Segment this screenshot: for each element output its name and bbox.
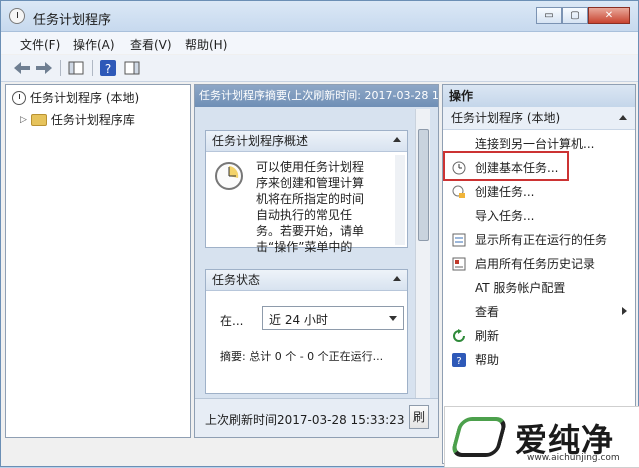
overview-text: 可以使用任务计划程 序来创建和管理计算 机将在所指定的时间 自动执行的常见任 务…: [256, 159, 396, 255]
blank-icon: [451, 304, 467, 320]
folder-clock-icon: [30, 113, 47, 126]
collapse-icon[interactable]: [393, 276, 401, 281]
summary-header: 任务计划程序摘要(上次刷新时间: 2017-03-28 15:33:23): [195, 85, 438, 107]
blank-icon: [451, 208, 467, 224]
action-enable-history[interactable]: 启用所有任务历史记录: [451, 255, 595, 272]
toolbar-separator: [92, 60, 93, 76]
expand-arrow-icon[interactable]: ▷: [20, 115, 27, 125]
overview-line: 机将在所指定的时间: [256, 192, 365, 206]
menu-help[interactable]: 帮助(H): [185, 36, 227, 53]
action-label: 查看: [475, 305, 500, 319]
action-import-task[interactable]: 导入任务...: [451, 207, 534, 224]
tree-library-label: 任务计划程序库: [50, 113, 135, 127]
svg-text:?: ?: [105, 62, 111, 76]
status-title: 任务状态: [212, 273, 261, 287]
action-help[interactable]: ? 帮助: [451, 351, 499, 368]
help-icon: ?: [451, 352, 467, 368]
action-view[interactable]: 查看: [451, 303, 627, 320]
action-at-config[interactable]: AT 服务帐户配置: [451, 279, 565, 296]
close-button[interactable]: ✕: [588, 7, 630, 24]
menu-view[interactable]: 查看(V): [130, 36, 172, 53]
action-show-running[interactable]: 显示所有正在运行的任务: [451, 231, 607, 248]
submenu-arrow-icon: [622, 307, 627, 315]
action-pane-icon[interactable]: [123, 59, 141, 77]
svg-text:?: ?: [456, 356, 461, 367]
menu-action[interactable]: 操作(A): [73, 36, 115, 53]
task-icon: [451, 184, 467, 200]
blank-icon: [451, 136, 467, 152]
action-label: 显示所有正在运行的任务: [475, 233, 608, 247]
summary-scrollbar[interactable]: [415, 109, 430, 419]
history-icon: [451, 256, 467, 272]
in-label: 在...: [220, 314, 244, 328]
actions-section-title: 任务计划程序 (本地): [451, 111, 561, 125]
title-bar: 任务计划程序 ▭ ▢ ✕: [1, 1, 638, 32]
refresh-bar: 上次刷新时间2017-03-28 15:33:23 刷: [195, 398, 438, 437]
action-label: 创建任务...: [475, 185, 535, 199]
action-create-task[interactable]: 创建任务...: [451, 183, 534, 200]
window-title: 任务计划程序: [33, 13, 112, 28]
time-range-dropdown[interactable]: 近 24 小时: [262, 306, 404, 330]
maximize-button[interactable]: ▢: [562, 7, 588, 24]
tree-root[interactable]: 任务计划程序 (本地): [12, 89, 139, 106]
action-label: 导入任务...: [475, 209, 535, 223]
summary-text: 摘要: 总计 0 个 - 0 个正在运行...: [220, 350, 384, 363]
action-label: 启用所有任务历史记录: [475, 257, 596, 271]
action-connect[interactable]: 连接到另一台计算机...: [451, 135, 594, 152]
menu-file[interactable]: 文件(F): [20, 36, 60, 53]
collapse-icon[interactable]: [619, 115, 627, 120]
status-header[interactable]: 任务状态: [206, 270, 407, 291]
minimize-button[interactable]: ▭: [536, 7, 562, 24]
action-label: AT 服务帐户配置: [475, 281, 566, 295]
console-tree-icon[interactable]: [67, 59, 85, 77]
overview-line: 务。若要开始，请单: [256, 224, 365, 238]
blank-icon: [451, 280, 467, 296]
watermark: 爱纯净 www.aichunjing.com: [444, 406, 639, 468]
watermark-logo-icon: [449, 417, 509, 457]
refresh-icon: [451, 328, 467, 344]
action-refresh[interactable]: 刷新: [451, 327, 499, 344]
toolbar-separator: [60, 60, 61, 76]
overview-line: 序来创建和管理计算: [256, 176, 365, 190]
last-refresh-text: 上次刷新时间2017-03-28 15:33:23: [205, 413, 405, 427]
refresh-button[interactable]: 刷: [409, 405, 429, 429]
actions-section-header[interactable]: 任务计划程序 (本地): [443, 107, 635, 130]
clock-icon: [12, 90, 26, 105]
action-label: 帮助: [475, 353, 500, 367]
window: 任务计划程序 ▭ ▢ ✕ 文件(F) 操作(A) 查看(V) 帮助(H) ? 任…: [0, 0, 639, 468]
summary-pane: 任务计划程序摘要(上次刷新时间: 2017-03-28 15:33:23) 任务…: [194, 84, 439, 438]
scrollbar-thumb[interactable]: [418, 129, 429, 241]
overview-line: 击“操作”菜单中的: [256, 240, 353, 254]
clock-icon: [9, 8, 25, 24]
overview-section: 任务计划程序概述 可以使用任务计划程 序来创建和管理计算 机将在所指定的时间 自…: [205, 130, 408, 254]
toolbar: ?: [1, 55, 638, 82]
overview-line: 自动执行的常见任: [256, 208, 353, 222]
overview-title: 任务计划程序概述: [212, 134, 309, 148]
console-tree: 任务计划程序 (本地) ▷ 任务计划程序库: [5, 84, 191, 438]
overview-line: 可以使用任务计划程: [256, 160, 365, 174]
overview-header[interactable]: 任务计划程序概述: [206, 131, 407, 152]
overview-scrollbar[interactable]: [395, 155, 405, 245]
tree-library[interactable]: ▷ 任务计划程序库: [20, 111, 135, 128]
help-icon[interactable]: ?: [99, 59, 117, 77]
running-tasks-icon: [451, 232, 467, 248]
action-label: 刷新: [475, 329, 500, 343]
collapse-icon[interactable]: [393, 137, 401, 142]
arrow-right-icon[interactable]: [35, 59, 53, 77]
watermark-url: www.aichunjing.com: [527, 453, 620, 463]
highlight-box: [443, 151, 569, 181]
chevron-down-icon[interactable]: [389, 316, 397, 321]
tree-root-label: 任务计划程序 (本地): [30, 91, 140, 105]
menu-bar: 文件(F) 操作(A) 查看(V) 帮助(H): [1, 32, 638, 54]
action-label: 连接到另一台计算机...: [475, 137, 595, 151]
status-section: 任务状态 在... 近 24 小时 摘要: 总计 0 个 - 0 个正在运行..…: [205, 269, 408, 394]
clock-icon: [214, 161, 244, 191]
actions-header: 操作: [443, 85, 635, 107]
arrow-left-icon[interactable]: [13, 59, 31, 77]
dropdown-value: 近 24 小时: [269, 313, 328, 327]
